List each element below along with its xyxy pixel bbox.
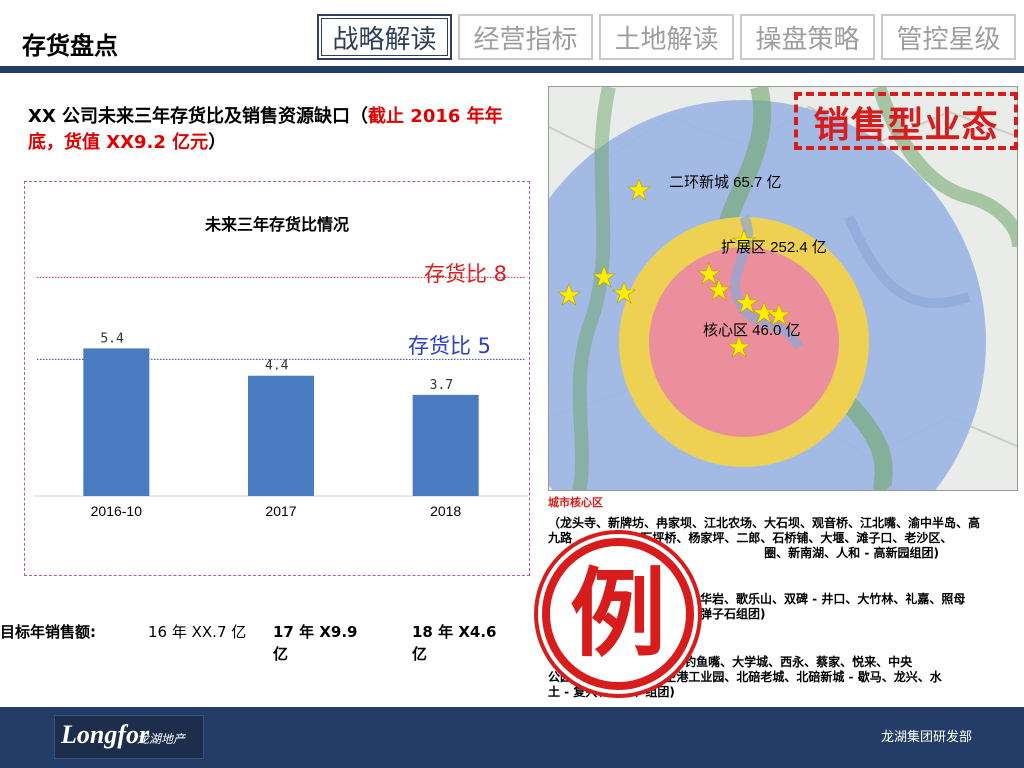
- sales-type-badge: 销售型业态: [794, 92, 1018, 150]
- district-extension: 圈、华岩、歌乐山、双碑 - 井口、大竹林、礼嘉、照母 滩、弹子石组团): [676, 592, 1018, 622]
- example-stamp: 例: [534, 530, 702, 698]
- bar-value-label: 3.7: [430, 378, 453, 393]
- district-core-end: 圈、新南湖、人和 - 高新园组团): [676, 546, 1018, 561]
- logo-text: Longfor: [61, 720, 150, 749]
- ref-line-label-8: 存货比 8: [424, 262, 508, 286]
- department-label: 龙湖集团研发部: [880, 730, 972, 745]
- sales-2018: 18 年 X4.6 亿: [412, 623, 497, 663]
- ref-line-label-5: 存货比 5: [408, 334, 492, 358]
- x-tick-label: 2017: [265, 503, 296, 519]
- district-line: 圈、华岩、歌乐山、双碑 - 井口、大竹林、礼嘉、照母: [676, 592, 966, 606]
- sales-target-label: 目标年销售额:: [0, 623, 96, 641]
- extension-zone-label: 扩展区 252.4 亿: [721, 239, 827, 256]
- bar: [248, 375, 314, 496]
- ring2-label: 二环新城 65.7 亿: [669, 174, 782, 191]
- sales-2017: 17 年 X9.9 亿: [273, 623, 358, 663]
- bar: [412, 394, 479, 496]
- sales-2016: 16 年 XX.7 亿: [148, 623, 247, 641]
- bar-value-label: 5.4: [100, 331, 124, 346]
- logo-subtext: 龙湖地产: [137, 732, 186, 746]
- core-zone-label: 核心区 46.0 亿: [703, 322, 801, 339]
- district-line: 滩、弹子石组团): [676, 607, 766, 621]
- bar: [83, 348, 150, 496]
- chart-title: 未来三年存货比情况: [204, 215, 349, 234]
- longfor-logo: Longfor 龙湖地产: [54, 715, 204, 759]
- bar-value-label: 4.4: [265, 359, 289, 374]
- x-tick-label: 2018: [430, 503, 461, 519]
- district-title: 城市核心区: [548, 496, 603, 509]
- district-line: 圈、新南湖、人和 - 高新园组团): [676, 546, 939, 560]
- badge-text: 销售型业态: [813, 105, 999, 146]
- stamp-text: 例: [570, 558, 666, 670]
- x-tick-label: 2016-10: [91, 503, 143, 519]
